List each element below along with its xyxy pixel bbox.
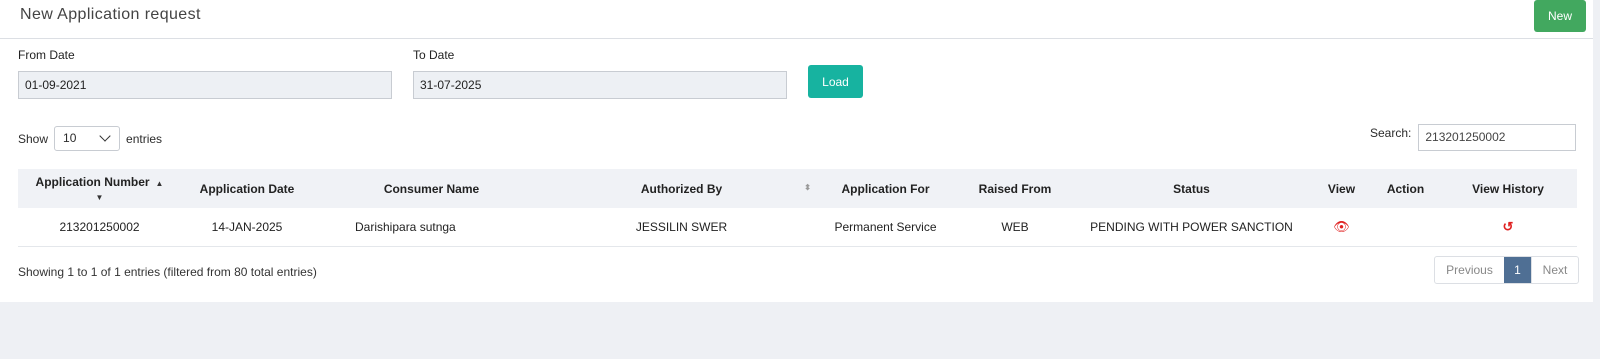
table-row: 213201250002 14-JAN-2025 Darishipara sut… bbox=[18, 208, 1577, 246]
eye-icon[interactable]: 👁 bbox=[1333, 219, 1350, 234]
entries-length-control: Show 10 entries bbox=[18, 126, 162, 151]
page-title: New Application request bbox=[20, 6, 201, 23]
col-action: Action bbox=[1386, 181, 1425, 196]
col-view: View bbox=[1327, 181, 1356, 196]
col-application-number[interactable]: Application Number ▲ ▼ bbox=[18, 169, 181, 208]
previous-page-button[interactable]: Previous bbox=[1435, 257, 1504, 283]
col-status[interactable]: Status bbox=[1072, 169, 1311, 208]
entries-label: entries bbox=[126, 131, 163, 146]
history-icon[interactable]: ↺ bbox=[1503, 219, 1514, 234]
to-date-input[interactable]: 31-07-2025 bbox=[413, 71, 787, 99]
applications-table: Application Number ▲ ▼ Application Date Co… bbox=[18, 169, 1577, 247]
to-date-label: To Date bbox=[413, 48, 455, 62]
new-button[interactable]: New bbox=[1534, 0, 1586, 32]
from-date-input[interactable]: 01-09-2021 bbox=[18, 71, 392, 99]
cell-status: PENDING WITH POWER SANCTION bbox=[1090, 219, 1293, 234]
col-raised-from[interactable]: Raised From bbox=[958, 169, 1072, 208]
cell-application-for: Permanent Service bbox=[834, 219, 937, 234]
sort-icon: ⬍ bbox=[804, 183, 811, 192]
col-view-history: View History bbox=[1472, 181, 1544, 196]
pagination: Previous 1 Next bbox=[1434, 256, 1579, 284]
col-authorized-by[interactable]: Authorized By ⬍ bbox=[550, 169, 813, 208]
cell-application-number: 213201250002 bbox=[59, 219, 140, 234]
cell-action bbox=[1372, 208, 1439, 246]
col-application-date[interactable]: Application Date bbox=[181, 169, 313, 208]
entries-length-value: 10 bbox=[63, 131, 77, 145]
load-button[interactable]: Load bbox=[808, 65, 863, 98]
main-panel: New Application request New From Date 01… bbox=[0, 0, 1593, 302]
cell-authorized-by: JESSILIN SWER bbox=[635, 219, 728, 234]
show-label: Show bbox=[18, 131, 49, 146]
cell-view: 👁 bbox=[1311, 208, 1372, 246]
table-info: Showing 1 to 1 of 1 entries (filtered fr… bbox=[18, 265, 317, 279]
table-header-row: Application Number ▲ ▼ Application Date Co… bbox=[18, 169, 1577, 208]
col-consumer-name[interactable]: Consumer Name bbox=[313, 169, 550, 208]
search-input[interactable]: 213201250002 bbox=[1418, 124, 1577, 151]
cell-application-date: 14-JAN-2025 bbox=[211, 219, 283, 234]
from-date-label: From Date bbox=[18, 48, 75, 62]
next-page-button[interactable]: Next bbox=[1531, 257, 1578, 283]
cell-raised-from: WEB bbox=[1001, 219, 1029, 234]
cell-consumer-name: Darishipara sutnga bbox=[355, 219, 456, 234]
search-control: Search: 213201250002 bbox=[1370, 124, 1577, 151]
search-label: Search: bbox=[1370, 126, 1412, 140]
chevron-down-icon bbox=[99, 130, 111, 142]
col-application-for[interactable]: Application For bbox=[813, 169, 958, 208]
entries-length-select[interactable]: 10 bbox=[54, 126, 121, 151]
cell-view-history: ↺ bbox=[1439, 208, 1577, 246]
page-header: New Application request New bbox=[0, 0, 1593, 39]
page-1-button[interactable]: 1 bbox=[1504, 257, 1531, 283]
